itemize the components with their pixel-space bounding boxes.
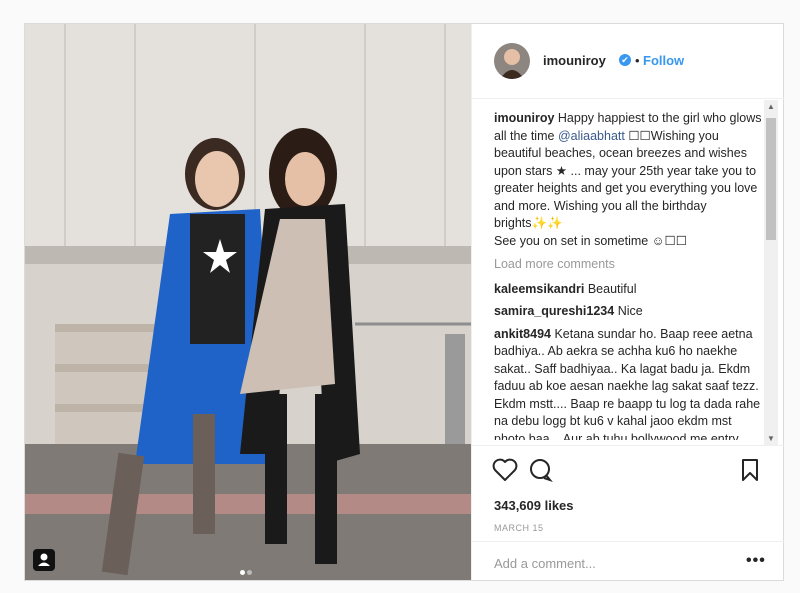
comment-text: Nice [617,304,643,318]
more-options-icon[interactable]: ••• [746,552,766,570]
post-actions: 343,609 likes MARCH 15 [472,445,784,542]
scrollbar-thumb[interactable] [766,118,776,240]
post-caption: imouniroy Happy happiest to the girl who… [494,110,764,250]
bookmark-icon[interactable] [740,458,760,487]
scroll-down-icon[interactable]: ▼ [767,434,775,443]
post-header: imouniroy ✔ • Follow [472,24,784,99]
scroll-up-icon[interactable]: ▲ [767,102,775,111]
comments-scrollbar[interactable]: ▲ ▼ [764,100,778,445]
verified-icon: ✔ [619,54,631,66]
carousel-dots [239,562,253,580]
caption-mention[interactable]: @aliaabhatt [558,129,625,143]
caption-text-2: ☐☐Wishing you beautiful beaches, ocean b… [494,128,758,231]
carousel-dot-active [240,570,245,575]
caption-author[interactable]: imouniroy [494,111,554,125]
comment-user[interactable]: samira_qureshi1234 [494,304,614,318]
comment-user[interactable]: kaleemsikandri [494,282,584,296]
user-tag-icon[interactable] [33,549,55,571]
follow-button[interactable]: Follow [643,53,684,68]
add-comment-bar: Add a comment... ••• [472,541,784,581]
comment-user[interactable]: ankit8494 [494,327,551,341]
post-photo[interactable] [25,24,471,580]
caption-text-3: See you on set in sometime ☺☐☐ [494,233,687,248]
comment-item: kaleemsikandri Beautiful [494,281,764,299]
load-more-comments[interactable]: Load more comments [494,256,764,274]
photo-illustration [25,24,471,580]
comment-text: Beautiful [587,281,637,296]
comment-text: Ketana sundar ho. Baap reee aetna badhiy… [494,326,761,441]
avatar[interactable] [494,43,530,79]
post-date[interactable]: MARCH 15 [494,523,544,533]
comment-item: ankit8494 Ketana sundar ho. Baap reee ae… [494,326,764,441]
post-card: imouniroy ✔ • Follow imouniroy Happy hap… [24,23,784,581]
comments-list: imouniroy Happy happiest to the girl who… [494,110,764,440]
username-link[interactable]: imouniroy [543,53,606,68]
likes-count[interactable]: 343,609 likes [494,498,574,513]
comment-item: samira_qureshi1234 Nice [494,303,764,321]
add-comment-input[interactable]: Add a comment... [494,556,596,571]
carousel-dot[interactable] [247,570,252,575]
separator-dot: • [635,53,640,68]
comment-icon[interactable] [528,458,554,487]
heart-icon[interactable] [492,458,518,487]
post-sidebar: imouniroy ✔ • Follow imouniroy Happy hap… [471,24,784,580]
